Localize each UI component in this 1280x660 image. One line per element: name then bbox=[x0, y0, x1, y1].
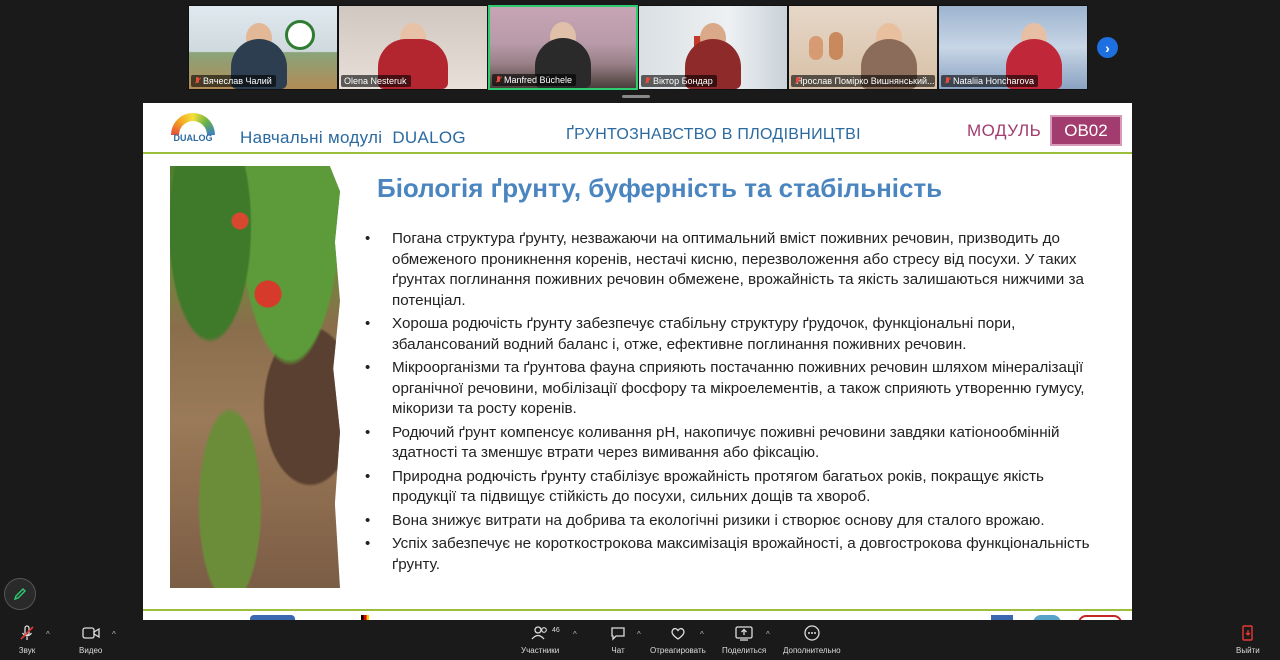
header-divider bbox=[143, 152, 1132, 154]
bullet-item: • Успіх забезпечує не короткострокова мак… bbox=[365, 535, 1090, 573]
react-options-caret[interactable]: ^ bbox=[700, 630, 704, 639]
participant-tile[interactable]: Вячеслав Чалий bbox=[188, 5, 338, 90]
more-button[interactable]: Дополнительно bbox=[783, 624, 841, 655]
bullet-item: • Природна родючість ґрунту стабілізує вр… bbox=[365, 467, 1044, 506]
video-button[interactable]: Видео bbox=[79, 624, 102, 655]
module-label: МОДУЛЬ bbox=[967, 121, 1042, 140]
bullet-item: • Хороша родючість ґрунту забезпечує стаб… bbox=[365, 315, 1016, 353]
annotate-button[interactable] bbox=[4, 578, 36, 610]
slide-footer bbox=[143, 609, 1132, 620]
sound-button[interactable]: Звук bbox=[16, 624, 38, 655]
resize-handle[interactable] bbox=[622, 95, 650, 98]
share-options-caret[interactable]: ^ bbox=[766, 630, 770, 639]
mic-muted-icon bbox=[16, 624, 38, 642]
next-participants-button[interactable]: › bbox=[1097, 37, 1118, 58]
people-icon bbox=[529, 624, 551, 642]
participant-name: Nataliia Honcharova bbox=[953, 76, 1035, 86]
chat-options-caret[interactable]: ^ bbox=[637, 630, 641, 639]
participant-strip: Вячеслав Чалий Olena Nesteruk Manfred Bü… bbox=[188, 5, 1088, 90]
sound-options-caret[interactable]: ^ bbox=[46, 630, 50, 639]
meeting-window: Вячеслав Чалий Olena Nesteruk Manfred Bü… bbox=[0, 0, 1280, 660]
participants-options-caret[interactable]: ^ bbox=[573, 630, 577, 639]
participant-name: Віктор Бондар bbox=[653, 76, 713, 86]
mic-off-icon bbox=[944, 77, 951, 85]
shared-slide: DUALOG Навчальні модулі DUALOG ҐРУНТОЗНА… bbox=[143, 103, 1132, 620]
emblem-icon bbox=[285, 20, 315, 50]
share-button[interactable]: Поделиться bbox=[722, 624, 766, 655]
bullet-item: • Вона знижує витрати на добрива та еколо… bbox=[365, 511, 1045, 529]
bullet-item: • Родючий ґрунт компенсує коливання pH, н… bbox=[365, 423, 1060, 462]
bullet-list: • Погана структура ґрунту, незважаючи на … bbox=[362, 229, 1107, 578]
chat-bubble-icon bbox=[607, 624, 629, 642]
slide-header: DUALOG Навчальні модулі DUALOG ҐРУНТОЗНА… bbox=[143, 103, 1132, 154]
chevron-right-icon: › bbox=[1105, 39, 1110, 56]
participant-name: Вячеслав Чалий bbox=[203, 76, 272, 86]
camera-icon bbox=[80, 624, 102, 642]
meeting-toolbar: Звук ^ Видео ^ Участники 46 ^ Чат ^ Отре… bbox=[0, 620, 1280, 660]
mic-off-icon bbox=[644, 77, 651, 85]
participant-tile[interactable]: Nataliia Honcharova bbox=[938, 5, 1088, 90]
participant-name: Manfred Büchele bbox=[504, 75, 573, 85]
participants-count: 46 bbox=[552, 627, 560, 634]
participant-tile[interactable]: Ярослав Помірко Вишнянський... bbox=[788, 5, 938, 90]
participant-name: Ярослав Помірко Вишнянський... bbox=[796, 76, 935, 86]
share-screen-icon bbox=[733, 624, 755, 642]
dualog-logo: DUALOG bbox=[163, 111, 223, 149]
leave-button[interactable]: Выйти bbox=[1236, 624, 1260, 655]
bullet-item: • Мікроорганізми та ґрунтова фауна сприяю… bbox=[365, 359, 1085, 417]
heart-icon bbox=[667, 624, 689, 642]
header-modules-title: Навчальні модулі DUALOG bbox=[240, 128, 466, 147]
participant-tile[interactable]: Olena Nesteruk bbox=[338, 5, 488, 90]
chat-button[interactable]: Чат bbox=[607, 624, 629, 655]
pencil-icon bbox=[13, 588, 26, 601]
video-options-caret[interactable]: ^ bbox=[112, 630, 116, 639]
participant-tile-active-speaker[interactable]: Manfred Büchele bbox=[488, 5, 638, 90]
header-course-title: ҐРУНТОЗНАВСТВО В ПЛОДІВНИЦТВІ bbox=[566, 126, 861, 143]
participant-name: Olena Nesteruk bbox=[344, 76, 407, 86]
mic-off-icon bbox=[194, 77, 201, 85]
slide-title: Біологія ґрунту, буферність та стабільні… bbox=[377, 173, 943, 203]
module-code-badge: OB02 bbox=[1050, 115, 1122, 146]
more-dots-icon bbox=[801, 624, 823, 642]
soil-apple-photo bbox=[170, 166, 340, 588]
mic-off-icon bbox=[495, 76, 502, 84]
participant-tile[interactable]: Віктор Бондар bbox=[638, 5, 788, 90]
react-button[interactable]: Отреагировать bbox=[650, 624, 706, 655]
bullet-item: • Погана структура ґрунту, незважаючи на … bbox=[365, 230, 1084, 309]
exit-icon bbox=[1237, 624, 1259, 642]
